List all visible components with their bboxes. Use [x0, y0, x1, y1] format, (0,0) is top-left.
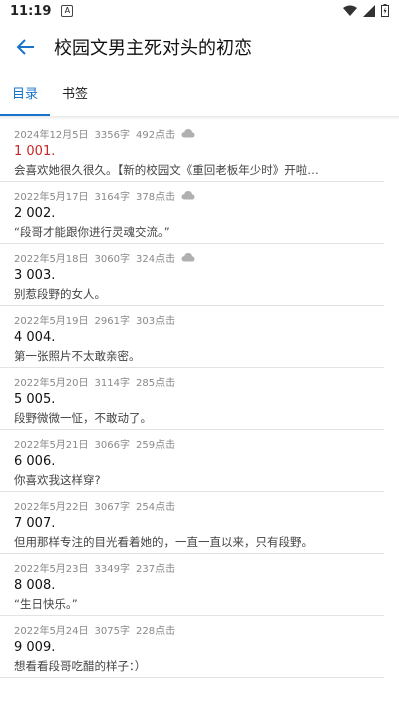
chapter-summary: 想看看段哥吃醋的样子：）	[14, 659, 147, 673]
chapter-words: 3060字	[94, 253, 130, 265]
chapter-meta: 2024年12月5日 3356字 492点击	[14, 123, 369, 143]
chapter-clicks: 254点击	[136, 501, 176, 513]
chapter-title: 1 001.	[14, 144, 56, 159]
chapter-words: 2961字	[94, 315, 130, 327]
chapter-date: 2022年5月19日	[14, 315, 89, 327]
chapter-row[interactable]: 2022年5月22日 3067字 254点击 7 007. 但用那样专注的目光看着她的，…	[0, 492, 384, 554]
back-button[interactable]	[14, 35, 38, 59]
chapter-words: 3114字	[94, 377, 130, 389]
chapter-clicks: 378点击	[136, 191, 176, 203]
cloud-icon	[181, 253, 195, 262]
chapter-summary: 会喜欢她很久很久。【新的校园文《重回老板年少时》开啦…	[14, 163, 319, 177]
tab-bar: 目录 书签	[0, 72, 399, 116]
chapter-clicks: 492点击	[136, 129, 176, 141]
chapter-meta: 2022年5月22日 3067字 254点击	[14, 495, 369, 515]
chapter-meta: 2022年5月24日 3075字 228点击	[14, 619, 369, 639]
chapter-date: 2022年5月22日	[14, 501, 89, 513]
chapter-meta: 2022年5月18日 3060字 324点击	[14, 247, 369, 267]
chapter-words: 3356字	[94, 129, 130, 141]
chapter-title: 8 008.	[14, 578, 56, 593]
chapter-clicks: 259点击	[136, 439, 176, 451]
chapter-summary: “生日快乐。”	[14, 597, 78, 611]
chapter-meta: 2022年5月19日 2961字 303点击	[14, 309, 369, 329]
chapter-summary: 段野微微一怔，不敢动了。	[14, 411, 152, 425]
chapter-clicks: 285点击	[136, 377, 176, 389]
chapter-meta: 2022年5月20日 3114字 285点击	[14, 371, 369, 391]
chapter-title: 5 005.	[14, 392, 56, 407]
chapter-words: 3067字	[94, 501, 130, 513]
chapter-date: 2022年5月21日	[14, 439, 89, 451]
chapter-summary: 你喜欢我这样穿?	[14, 473, 101, 487]
chapter-words: 3075字	[94, 625, 130, 637]
chapter-title: 6 006.	[14, 454, 56, 469]
chapter-date: 2022年5月24日	[14, 625, 89, 637]
chapter-meta: 2022年5月23日 3349字 237点击	[14, 557, 369, 577]
chapter-clicks: 228点击	[136, 625, 176, 637]
chapter-meta: 2022年5月17日 3164字 378点击	[14, 185, 369, 205]
chapter-words: 3066字	[94, 439, 130, 451]
chapter-date: 2024年12月5日	[14, 129, 89, 141]
chapter-row[interactable]: 2022年5月19日 2961字 303点击 4 004. 第一张照片不太敢亲密。	[0, 306, 384, 368]
chapter-summary: “段哥才能跟你进行灵魂交流。”	[14, 225, 170, 239]
chapter-title: 4 004.	[14, 330, 56, 345]
status-time: 11:19	[10, 3, 52, 19]
chapter-title: 2 002.	[14, 206, 56, 221]
cloud-icon	[181, 129, 195, 138]
tab-catalog[interactable]: 目录	[0, 83, 51, 116]
status-icons	[343, 4, 389, 17]
app-bar: 校园文男主死对头的初恋	[0, 22, 399, 72]
chapter-clicks: 303点击	[136, 315, 176, 327]
chapter-row[interactable]: 2022年5月18日 3060字 324点击 3 003. 别惹段野的女人。	[0, 244, 384, 306]
chapter-clicks: 237点击	[136, 563, 176, 575]
chapter-row[interactable]: 2022年5月21日 3066字 259点击 6 006. 你喜欢我这样穿?	[0, 430, 384, 492]
chapter-list: 2024年12月5日 3356字 492点击 1 001. 会喜欢她很久很久。【新的校园…	[0, 120, 399, 678]
chapter-title: 3 003.	[14, 268, 56, 283]
chapter-row[interactable]: 2022年5月23日 3349字 237点击 8 008. “生日快乐。”	[0, 554, 384, 616]
chapter-title: 9 009.	[14, 640, 56, 655]
page-title: 校园文男主死对头的初恋	[54, 38, 252, 59]
tab-bookmarks[interactable]: 书签	[50, 83, 100, 116]
chapter-row[interactable]: 2022年5月17日 3164字 378点击 2 002. “段哥才能跟你进行灵魂交流。…	[0, 182, 384, 244]
chapter-row[interactable]: 2024年12月5日 3356字 492点击 1 001. 会喜欢她很久很久。【新的校园…	[0, 120, 384, 182]
status-bar: 11:19 A	[0, 0, 399, 22]
chapter-date: 2022年5月18日	[14, 253, 89, 265]
chapter-row[interactable]: 2022年5月20日 3114字 285点击 5 005. 段野微微一怔，不敢动了。	[0, 368, 384, 430]
battery-icon	[381, 4, 389, 17]
arrow-left-icon	[17, 39, 34, 55]
chapter-clicks: 324点击	[136, 253, 176, 265]
chapter-words: 3349字	[94, 563, 130, 575]
signal-icon	[363, 4, 375, 17]
chapter-row[interactable]: 2022年5月24日 3075字 228点击 9 009. 想看看段哥吃醋的样子：）	[0, 616, 384, 678]
chapter-title: 7 007.	[14, 516, 56, 531]
cloud-icon	[181, 191, 195, 200]
chapter-summary: 但用那样专注的目光看着她的，一直一直以来，只有段野。	[14, 535, 313, 549]
notification-icon: A	[61, 5, 74, 17]
chapter-date: 2022年5月23日	[14, 563, 89, 575]
chapter-date: 2022年5月20日	[14, 377, 89, 389]
chapter-meta: 2022年5月21日 3066字 259点击	[14, 433, 369, 453]
chapter-summary: 第一张照片不太敢亲密。	[14, 349, 141, 363]
wifi-icon	[343, 5, 357, 16]
chapter-date: 2022年5月17日	[14, 191, 89, 203]
chapter-words: 3164字	[94, 191, 130, 203]
chapter-summary: 别惹段野的女人。	[14, 287, 106, 301]
